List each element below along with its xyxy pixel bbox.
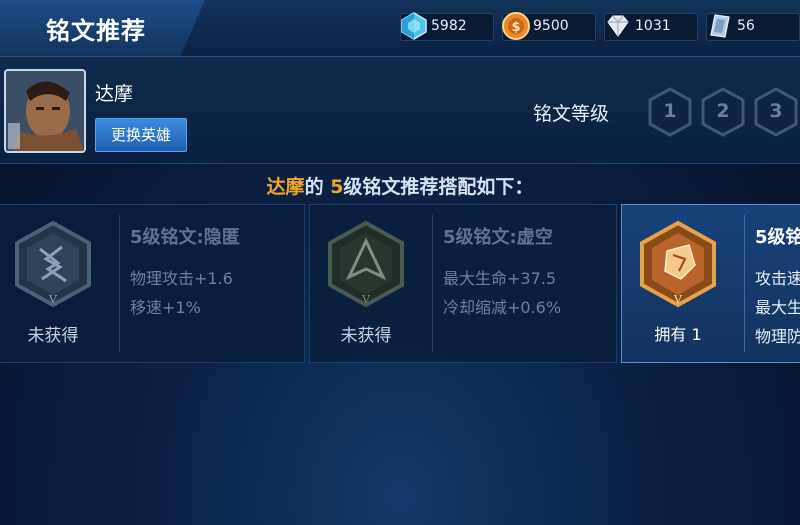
card-3-stat-1: 攻击速 (755, 269, 800, 288)
gold-coin-icon: $ (502, 12, 530, 40)
void-emblem-icon: V (328, 220, 404, 308)
card-1-stat-2: 移速+1% (130, 298, 201, 317)
card-1-numeral: V (48, 293, 58, 306)
hero-row: 达摩 更换英雄 铭文等级 1 2 3 (0, 57, 800, 164)
inscription-card-owned[interactable]: V 拥有 1 5级铭 攻击速 最大生 物理防 (621, 204, 800, 363)
subtitle-level: 5 (330, 176, 344, 198)
svg-text:$: $ (511, 20, 520, 35)
card-1-name: 5级铭文:隐匿 (130, 227, 240, 248)
gold-count: 9500 (533, 18, 569, 34)
subtitle-suffix: 级铭文推荐搭配如下： (343, 176, 534, 198)
level-1-tab[interactable]: 1 (648, 87, 692, 137)
diamond-icon (401, 12, 427, 40)
level-3-label: 3 (769, 100, 783, 122)
currency-fragment[interactable]: 56 (706, 13, 800, 41)
card-1-status: 未获得 (27, 326, 79, 346)
inscription-level-label: 铭文等级 (533, 103, 610, 125)
hero-portrait-icon (6, 71, 84, 151)
card-2-stat-2: 冷却缩减+0.6% (443, 298, 562, 317)
top-bar: 铭文推荐 5982 $ 9500 1031 56 (0, 0, 800, 57)
change-hero-button[interactable]: 更换英雄 (95, 118, 187, 152)
recommend-subtitle: 达摩的 5级铭文推荐搭配如下： (0, 172, 800, 199)
currency-diamond[interactable]: 5982 (400, 12, 494, 41)
card-3-numeral: V (673, 293, 683, 306)
level-2-tab[interactable]: 2 (701, 87, 745, 137)
card-1-stat-1: 物理攻击+1.6 (130, 269, 233, 288)
currency-crystal[interactable]: 1031 (604, 13, 698, 41)
card-3-stat-2: 最大生 (755, 298, 800, 317)
fragment-count: 56 (737, 18, 755, 34)
currency-gold[interactable]: $ 9500 (502, 12, 596, 41)
card-2-divider (432, 215, 433, 352)
card-3-name: 5级铭 (755, 227, 800, 248)
level-1-label: 1 (663, 100, 677, 122)
inscription-card-stealth[interactable]: V 未获得 5级铭文:隐匿 物理攻击+1.6 移速+1% (0, 204, 305, 363)
card-1-divider (119, 215, 120, 352)
stealth-emblem-icon: V (15, 220, 91, 308)
card-2-numeral: V (361, 293, 371, 306)
card-3-status: 拥有 1 (654, 325, 702, 344)
diamond-count: 5982 (431, 18, 467, 34)
card-2-name: 5级铭文:虚空 (443, 227, 553, 248)
card-3-divider (744, 215, 745, 352)
hero-avatar[interactable] (4, 69, 86, 153)
card-2-status: 未获得 (340, 326, 392, 346)
subtitle-hero: 达摩 (266, 176, 305, 198)
inscription-card-void[interactable]: V 未获得 5级铭文:虚空 最大生命+37.5 冷却缩减+0.6% (309, 204, 617, 363)
page-title: 铭文推荐 (46, 17, 146, 45)
hero-name: 达摩 (95, 83, 134, 105)
level-3-tab[interactable]: 3 (754, 87, 798, 137)
crystal-count: 1031 (635, 18, 671, 34)
crystal-icon (607, 15, 629, 37)
level-2-label: 2 (716, 100, 730, 122)
card-2-stat-1: 最大生命+37.5 (443, 269, 557, 288)
card-3-stat-3: 物理防 (755, 327, 800, 346)
subtitle-mid: 的 (304, 176, 331, 198)
fragment-icon (710, 14, 730, 38)
owned-emblem-icon: V (640, 220, 716, 308)
